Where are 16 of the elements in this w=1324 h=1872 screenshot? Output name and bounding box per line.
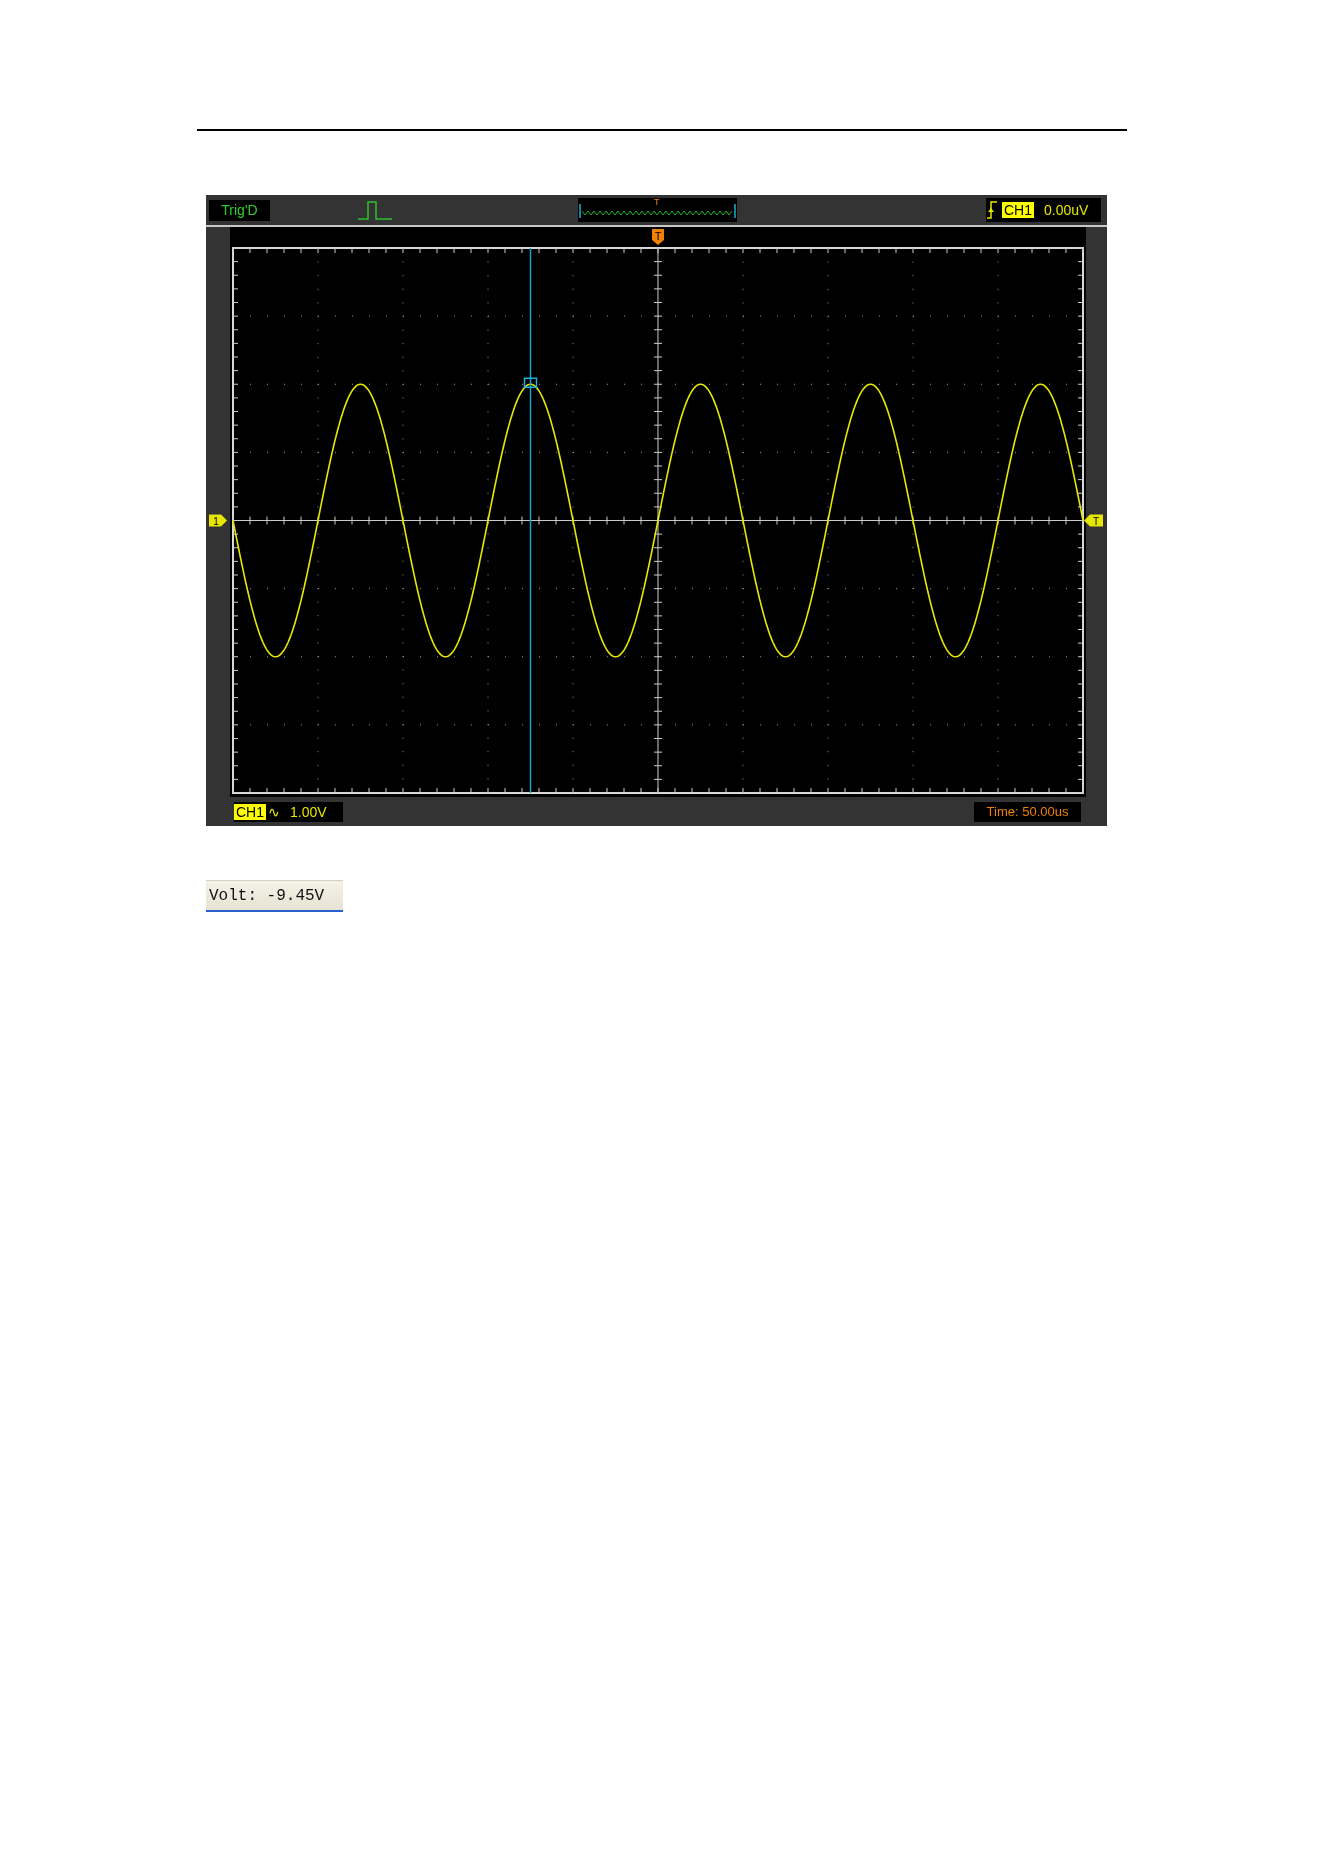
- channel-label: CH1: [234, 803, 266, 820]
- trigger-source: CH1: [1002, 202, 1034, 218]
- channel-marker: 1: [209, 514, 227, 527]
- cursor-line[interactable]: [523, 247, 538, 794]
- timebase: Time: 50.00us: [974, 801, 1081, 822]
- position-marker: T: [654, 197, 660, 207]
- coupling-symbol: ∿: [268, 803, 280, 820]
- voltage-readout: Volt: -9.45V: [206, 880, 343, 912]
- trigger-status: Trig'D: [209, 199, 270, 221]
- trigger-level: 0.00uV: [1044, 202, 1089, 218]
- trigger-level-marker: T: [1084, 514, 1103, 527]
- rising-edge-icon: [986, 201, 998, 219]
- volts-per-division: 1.00V: [290, 803, 327, 820]
- zigzag-wave-icon: [579, 204, 736, 219]
- pulse-icon: [358, 200, 392, 220]
- trigger-position-marker: T: [652, 229, 664, 245]
